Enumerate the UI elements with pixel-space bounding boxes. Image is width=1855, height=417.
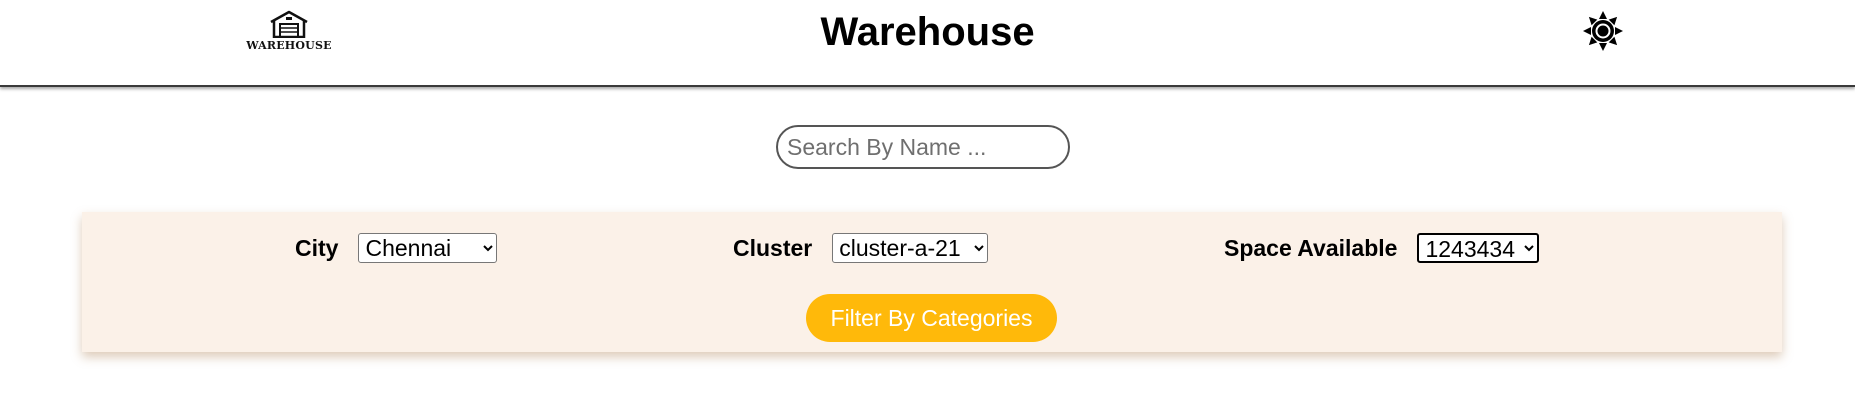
logo-text: WAREHOUSE	[246, 39, 332, 52]
theme-toggle-button[interactable]	[1582, 10, 1624, 52]
city-label: City	[295, 234, 339, 261]
sun-icon	[1583, 11, 1623, 51]
warehouse-icon	[270, 10, 308, 38]
space-available-select[interactable]: 1243434	[1417, 233, 1540, 263]
space-available-filter: Space Available 1243434	[1224, 232, 1540, 264]
cluster-filter: Cluster cluster-a-21	[733, 232, 989, 264]
filter-panel: City Chennai Cluster cluster-a-21 Space …	[82, 212, 1782, 352]
app-header: WAREHOUSE Warehouse	[0, 0, 1855, 87]
search-input[interactable]	[776, 125, 1070, 169]
city-select[interactable]: Chennai	[358, 233, 498, 263]
page-title: Warehouse	[820, 10, 1035, 54]
city-filter: City Chennai	[295, 232, 498, 264]
filter-by-categories-button[interactable]: Filter By Categories	[806, 294, 1057, 342]
logo[interactable]: WAREHOUSE	[246, 10, 332, 54]
cluster-label: Cluster	[733, 234, 813, 261]
space-available-label: Space Available	[1224, 234, 1398, 261]
search-container	[776, 125, 1070, 169]
cluster-select[interactable]: cluster-a-21	[832, 233, 989, 263]
